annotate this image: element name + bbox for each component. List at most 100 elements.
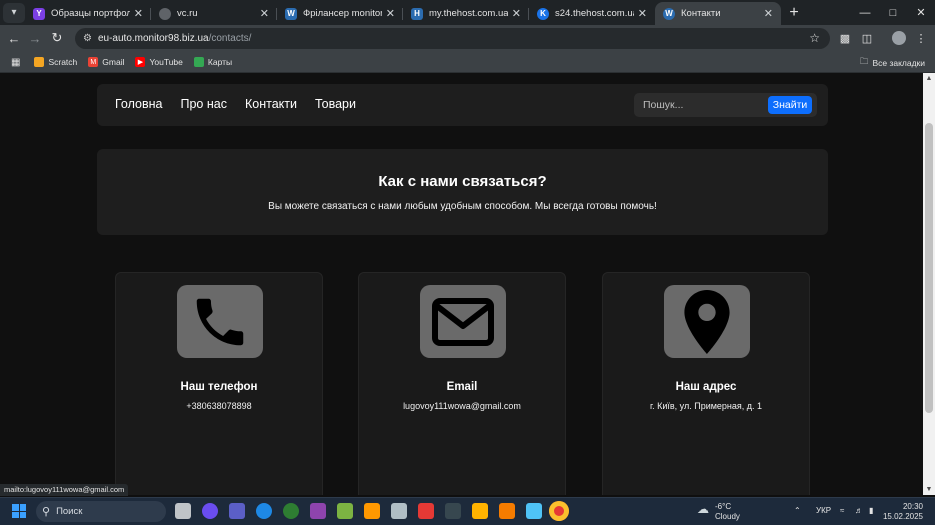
all-bookmarks[interactable]: 🗀 Все закладки — [860, 56, 925, 70]
phone-icon — [177, 285, 263, 358]
bookmark-maps[interactable]: Карты — [193, 57, 232, 67]
site-search: Знайти — [634, 93, 817, 117]
extension-icon[interactable]: ▩ — [834, 27, 856, 49]
search-input[interactable] — [634, 93, 764, 117]
teams-icon[interactable] — [229, 503, 245, 519]
hero-title: Как с нами связаться? — [378, 173, 547, 190]
taskbar-search[interactable]: ⚲ Поиск — [36, 501, 166, 522]
card-title: Наш адрес — [675, 381, 737, 393]
search-button[interactable]: Знайти — [768, 96, 812, 114]
chrome-icon[interactable] — [549, 501, 569, 521]
bookmark-label: Gmail — [102, 57, 125, 67]
contact-card-email: Email lugovoy111wowa@gmail.com — [358, 272, 566, 495]
close-tab-icon[interactable]: ✕ — [512, 7, 521, 20]
app-icon[interactable] — [283, 503, 299, 519]
task-view-icon[interactable] — [175, 503, 191, 519]
close-tab-icon[interactable]: ✕ — [260, 7, 269, 20]
system-clock[interactable]: 20:30 15.02.2025 — [883, 502, 923, 522]
visual-studio-icon[interactable] — [310, 503, 326, 519]
sublime-icon[interactable] — [499, 503, 515, 519]
tab-0[interactable]: Y Образцы портфолио - Yan ✕ — [25, 2, 151, 25]
language-indicator[interactable]: УКР — [816, 506, 831, 515]
nav-link-home[interactable]: Головна — [115, 97, 163, 111]
all-bookmarks-label: Все закладки — [872, 58, 925, 68]
tab-4[interactable]: K s24.thehost.com.ua :: ISPm ✕ — [529, 2, 655, 25]
apps-grid-icon[interactable]: ▦ — [11, 57, 20, 68]
thehost-favicon-icon: H — [411, 7, 423, 20]
bookmark-scratch[interactable]: Scratch — [34, 57, 77, 67]
scroll-up-icon[interactable]: ▲ — [923, 75, 935, 82]
app-icon[interactable] — [364, 503, 380, 519]
search-icon: ⚲ — [42, 506, 51, 518]
close-tab-icon[interactable]: ✕ — [134, 7, 143, 20]
page-scrollbar[interactable]: ▲ ▼ — [923, 73, 935, 495]
word-favicon-icon: W — [285, 7, 297, 20]
nav-link-products[interactable]: Товари — [315, 97, 356, 111]
phone-number[interactable]: +380638078898 — [116, 401, 322, 411]
bookmarks-bar: ▦ Scratch M Gmail ▶ YouTube Карты 🗀 Все … — [0, 52, 935, 73]
status-link-preview: mailto:lugovoy111wowa@gmail.com — [0, 484, 129, 496]
weather-widget[interactable]: ☁ -6°C Cloudy — [697, 502, 740, 522]
globe-icon — [159, 7, 171, 20]
chrome-menu-icon[interactable]: ⋮ — [910, 27, 932, 49]
card-title: Email — [446, 381, 478, 393]
scroll-down-icon[interactable]: ▼ — [923, 486, 935, 493]
file-explorer-icon[interactable] — [472, 503, 488, 519]
address-bar[interactable]: ⚙ eu-auto.monitor98.biz.ua/contacts/ ☆ — [75, 28, 830, 49]
email-link[interactable]: lugovoy111wowa@gmail.com — [359, 401, 565, 411]
tab-5-active[interactable]: W Контакти ✕ — [655, 2, 781, 25]
scrollbar-thumb[interactable] — [925, 123, 933, 413]
address-text: г. Київ, ул. Примерная, д. 1 — [649, 401, 763, 411]
minimize-icon[interactable]: — — [850, 0, 880, 25]
cloud-icon: ☁ — [697, 502, 709, 516]
card-title: Наш телефон — [180, 381, 258, 393]
hero-subtitle: Вы можете связаться с нами любым удобным… — [268, 201, 657, 212]
minecraft-icon[interactable] — [337, 503, 353, 519]
taskbar-search-label: Поиск — [56, 506, 83, 517]
tab-1[interactable]: vc.ru ✕ — [151, 2, 277, 25]
forward-icon[interactable]: → — [24, 27, 46, 49]
contact-card-phone: Наш телефон +380638078898 — [115, 272, 323, 495]
clock-date: 15.02.2025 — [882, 512, 923, 521]
site-info-icon[interactable]: ⚙ — [83, 33, 92, 44]
close-tab-icon[interactable]: ✕ — [638, 7, 647, 20]
clock-time: 20:30 — [902, 502, 923, 511]
youtube-icon: ▶ — [135, 57, 146, 67]
maximize-icon[interactable]: □ — [878, 0, 908, 25]
app-icon[interactable] — [391, 503, 407, 519]
nav-link-contacts[interactable]: Контакти — [245, 97, 297, 111]
close-tab-icon[interactable]: ✕ — [764, 7, 773, 20]
git-icon[interactable] — [418, 503, 434, 519]
tray-overflow-icon[interactable]: ⌃ — [794, 506, 801, 515]
new-tab-icon[interactable]: + — [781, 4, 807, 22]
tab-title: Фрілансер monitor98 | бі — [303, 8, 382, 19]
bookmark-gmail[interactable]: M Gmail — [88, 57, 124, 67]
terminal-icon[interactable] — [445, 503, 461, 519]
folder-icon: 🗀 — [859, 56, 869, 66]
edge-icon[interactable] — [256, 503, 272, 519]
tab-title: s24.thehost.com.ua :: ISPm — [555, 8, 634, 19]
envelope-icon — [420, 285, 506, 358]
puzzle-extensions-icon[interactable]: ◫ — [856, 27, 878, 49]
site-nav-links: Головна Про нас Контакти Товари — [115, 97, 356, 111]
browser-toolbar: ← → ↻ ⚙ eu-auto.monitor98.biz.ua/contact… — [0, 25, 935, 52]
tab-title: Контакти — [681, 8, 721, 19]
close-tab-icon[interactable]: ✕ — [386, 7, 395, 20]
volume-icon[interactable]: ♬ — [855, 506, 863, 515]
bookmark-youtube[interactable]: ▶ YouTube — [135, 57, 183, 67]
tab-3[interactable]: H my.thehost.com.ua :: BILLm ✕ — [403, 2, 529, 25]
copilot-icon[interactable] — [202, 503, 218, 519]
reload-icon[interactable]: ↻ — [46, 27, 68, 49]
bookmark-star-icon[interactable]: ☆ — [809, 31, 820, 45]
tab-title: Образцы портфолио - Yan — [51, 8, 130, 19]
nav-link-about[interactable]: Про нас — [181, 97, 227, 111]
close-window-icon[interactable]: ✕ — [906, 0, 935, 25]
profile-avatar-icon[interactable] — [888, 27, 910, 49]
battery-icon[interactable]: ▮ — [869, 506, 873, 515]
windows-start-icon[interactable] — [12, 504, 26, 518]
wifi-icon[interactable]: ≈ — [840, 506, 844, 515]
tab-search-icon[interactable]: ▾ — [3, 2, 25, 23]
app-icon[interactable] — [526, 503, 542, 519]
back-icon[interactable]: ← — [3, 27, 25, 49]
tab-2[interactable]: W Фрілансер monitor98 | бі ✕ — [277, 2, 403, 25]
